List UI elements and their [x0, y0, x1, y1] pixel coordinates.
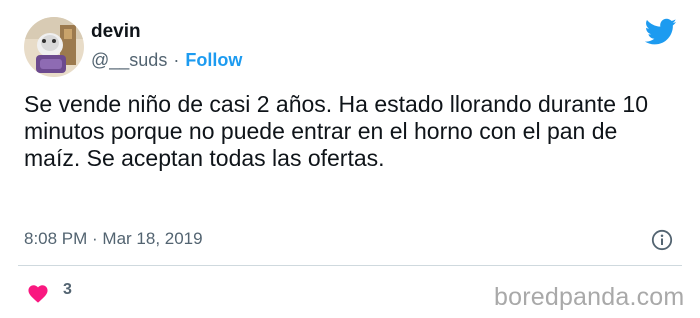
info-icon[interactable]: [651, 229, 673, 251]
author-handle[interactable]: @__suds: [91, 50, 167, 70]
avatar[interactable]: [24, 17, 84, 77]
author-display-name[interactable]: devin: [91, 21, 141, 43]
twitter-bird-icon[interactable]: [645, 18, 677, 46]
divider: [18, 265, 682, 266]
follow-button[interactable]: Follow: [185, 50, 242, 70]
heart-icon[interactable]: [27, 283, 49, 303]
avatar-image: [24, 17, 84, 77]
boredpanda-watermark: boredpanda.com: [494, 283, 685, 311]
author-handle-row: @__suds · Follow: [91, 50, 242, 71]
tweet-text: Se vende niño de casi 2 años. Ha estado …: [24, 91, 648, 171]
like-count[interactable]: 3: [63, 281, 72, 299]
tweet-timestamp[interactable]: 8:08 PM · Mar 18, 2019: [24, 229, 203, 249]
separator-dot: ·: [173, 50, 180, 70]
